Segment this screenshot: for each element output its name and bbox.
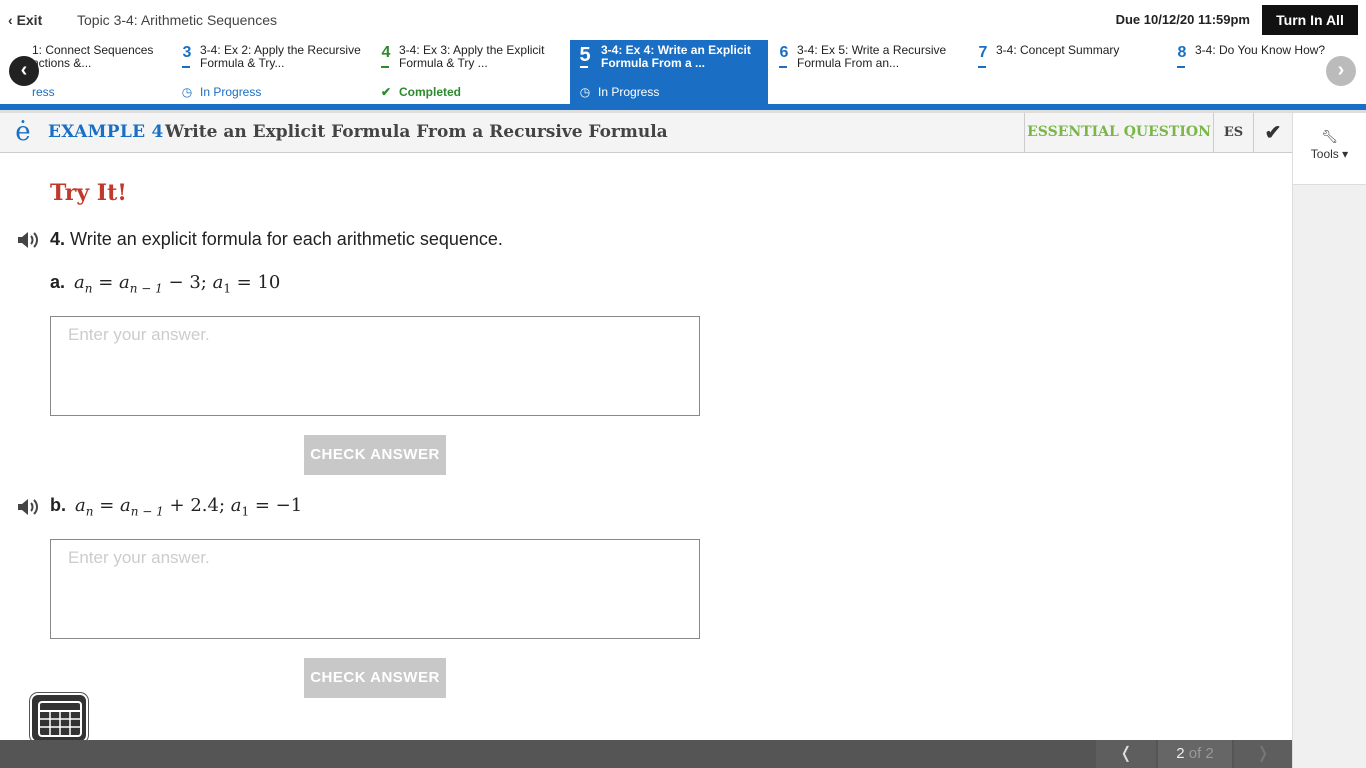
calculator-button[interactable]	[30, 693, 88, 743]
exit-button[interactable]: ‹ Exit	[8, 12, 42, 28]
part-b-check-answer-button[interactable]: CHECK ANSWER	[304, 658, 446, 698]
tab-number: 6	[777, 44, 791, 68]
example-header: ė EXAMPLE 4 Write an Explicit Formula Fr…	[0, 113, 1292, 153]
question-text: Write an explicit formula for each arith…	[70, 229, 503, 249]
top-bar: ‹ Exit Topic 3-4: Arithmetic Sequences D…	[0, 0, 1366, 40]
topic-title: Topic 3-4: Arithmetic Sequences	[77, 12, 277, 28]
grid-icon	[38, 701, 82, 737]
example-title: Write an Explicit Formula From a Recursi…	[165, 122, 668, 142]
checkmark-icon: ✔	[1264, 120, 1282, 144]
page-total: of 2	[1188, 745, 1214, 762]
turn-in-all-button[interactable]: Turn In All	[1262, 5, 1358, 35]
tabs-scroll-right-button[interactable]: ›	[1326, 56, 1356, 86]
part-a-label: a.	[50, 272, 66, 292]
part-a-answer-input[interactable]: Enter your answer.	[50, 316, 700, 416]
next-page-button[interactable]: ❭	[1234, 740, 1292, 768]
current-page: 2	[1176, 745, 1185, 762]
tab-title: 1: Connect Sequences nctions &...	[32, 43, 154, 70]
es-language-button[interactable]: ES	[1213, 113, 1253, 152]
clock-icon: ◷	[579, 85, 591, 99]
speaker-icon[interactable]	[16, 497, 40, 517]
part-a-prompt: a. an = an − 1 − 3; a1 = 10	[50, 272, 280, 296]
tab-number: 7	[976, 44, 990, 68]
tab-title: 3-4: Concept Summary	[996, 43, 1120, 57]
clock-icon: ◷	[181, 85, 193, 99]
part-b-formula: an = an − 1 + 2.4; a1 = −1	[75, 495, 303, 519]
tab-title: 3-4: Ex 3: Apply the Explicit Formula & …	[399, 43, 545, 70]
chevron-right-icon: ❭	[1256, 745, 1270, 762]
tab-item-5-active[interactable]: 5 3-4: Ex 4: Write an Explicit Formula F…	[570, 40, 768, 104]
pager: ❬ 2 of 2 ❭	[1096, 740, 1292, 768]
previous-page-button[interactable]: ❬	[1096, 740, 1156, 768]
part-b-label: b.	[50, 495, 66, 515]
tab-status: ◷ In Progress	[181, 85, 262, 99]
tabs-scroll-left-button[interactable]: ‹	[9, 56, 39, 86]
speaker-icon[interactable]	[16, 230, 40, 250]
tab-item-3[interactable]: 3 3-4: Ex 2: Apply the Recursive Formula…	[172, 40, 370, 104]
tools-side-panel	[1292, 185, 1366, 768]
part-b-answer-input[interactable]: Enter your answer.	[50, 539, 700, 639]
mark-complete-button[interactable]: ✔	[1253, 113, 1292, 152]
envision-logo-icon: ė	[15, 117, 31, 147]
example-label: EXAMPLE 4	[48, 122, 164, 142]
question-number: 4.	[50, 229, 66, 249]
essential-question-button[interactable]: ESSENTIAL QUESTION	[1024, 113, 1213, 152]
tab-number: 3	[180, 44, 194, 68]
chevron-left-icon: ‹	[20, 59, 28, 81]
tab-item-4[interactable]: 4 3-4: Ex 3: Apply the Explicit Formula …	[371, 40, 569, 104]
chevron-left-icon: ❬	[1119, 745, 1133, 762]
due-date: Due 10/12/20 11:59pm	[1115, 12, 1250, 27]
part-a-check-answer-button[interactable]: CHECK ANSWER	[304, 435, 446, 475]
tab-number: 5	[579, 44, 591, 68]
tab-title: 3-4: Do You Know How?	[1195, 43, 1326, 57]
tab-number: 8	[1175, 44, 1189, 68]
bottom-bar: ❬ 2 of 2 ❭	[0, 740, 1292, 768]
caret-down-icon: ▾	[1342, 147, 1349, 161]
question-4: 4. Write an explicit formula for each ar…	[50, 229, 503, 250]
chevron-right-icon: ›	[1337, 59, 1345, 81]
try-it-heading: Try It!	[50, 180, 127, 206]
tab-item-7[interactable]: 7 3-4: Concept Summary	[968, 40, 1166, 104]
tab-status: ◷ In Progress	[579, 85, 660, 99]
page-indicator: 2 of 2	[1158, 740, 1232, 768]
exit-label: Exit	[16, 12, 43, 28]
tab-status: ✔ Completed	[380, 85, 462, 99]
assignment-tabs: 1: Connect Sequences nctions &... ress 3…	[0, 40, 1366, 104]
tools-label: Tools ▾	[1310, 147, 1349, 161]
tab-item-6[interactable]: 6 3-4: Ex 5: Write a Recursive Formula F…	[769, 40, 967, 104]
part-b-prompt: b. an = an − 1 + 2.4; a1 = −1	[50, 495, 302, 519]
tools-menu-button[interactable]: 🔧︎ Tools ▾	[1292, 113, 1366, 185]
tab-status: ress	[32, 85, 55, 99]
tab-title: 3-4: Ex 2: Apply the Recursive Formula &…	[200, 43, 361, 70]
part-a-formula: an = an − 1 − 3; a1 = 10	[74, 272, 281, 296]
tab-number: 4	[379, 44, 393, 68]
tab-title: 3-4: Ex 5: Write a Recursive Formula Fro…	[797, 43, 947, 70]
wrench-icon: 🔧︎	[1321, 129, 1338, 144]
checkmark-icon: ✔	[380, 85, 392, 99]
chevron-left-icon: ‹	[8, 12, 13, 28]
tab-title: 3-4: Ex 4: Write an Explicit Formula Fro…	[601, 43, 751, 70]
